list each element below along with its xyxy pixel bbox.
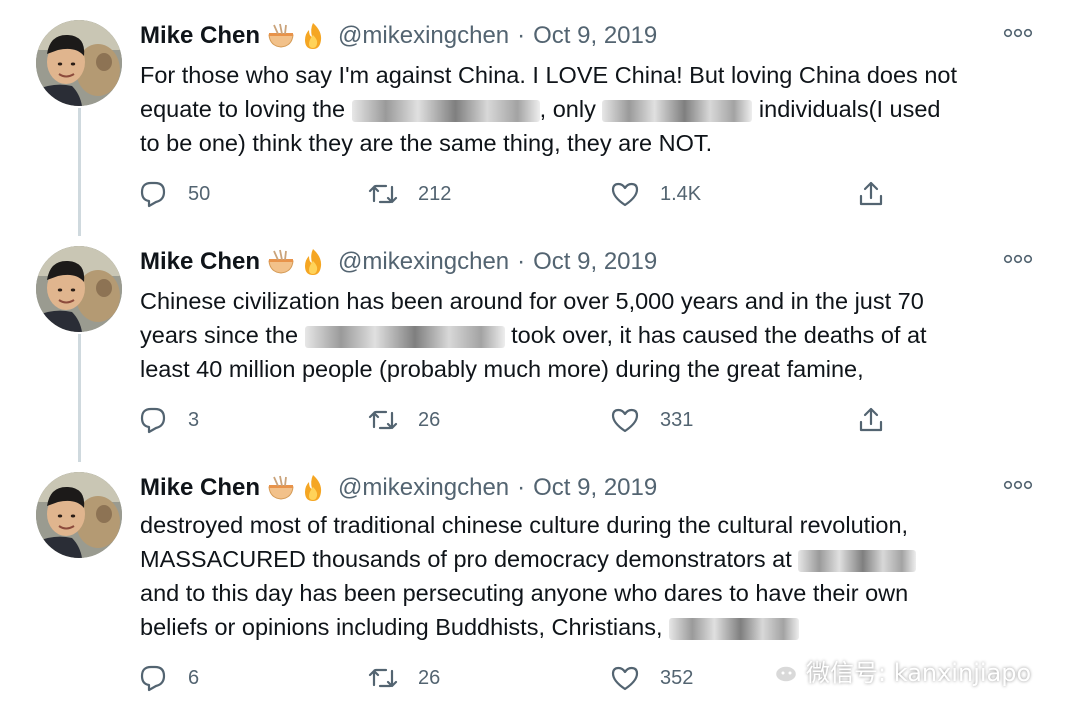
share-button[interactable] xyxy=(856,176,886,212)
more-icon[interactable] xyxy=(1002,26,1034,40)
like-count: 331 xyxy=(660,408,694,431)
tweet-line: equate to loving the , only individuals(… xyxy=(140,96,941,122)
share-icon xyxy=(859,407,883,432)
tweet-line: Chinese civilization has been around for… xyxy=(140,288,924,314)
redacted-text xyxy=(669,617,800,640)
wechat-icon xyxy=(758,654,799,685)
tweet-line: beliefs or opinions including Buddhists,… xyxy=(140,610,1050,644)
reply-count: 3 xyxy=(188,408,200,431)
reply-count: 6 xyxy=(188,666,200,689)
share-button[interactable] xyxy=(856,402,886,438)
noodle-bowl-icon xyxy=(266,21,296,51)
tweet-line: years since the took over, it has caused… xyxy=(140,322,927,348)
author-name[interactable]: Mike Chen xyxy=(140,22,260,50)
author-handle[interactable]: @mikexingchen xyxy=(338,474,509,502)
like-button[interactable]: 352 xyxy=(610,660,693,696)
separator-dot: · xyxy=(517,22,526,49)
retweet-icon xyxy=(368,184,398,204)
reply-icon xyxy=(140,665,166,692)
retweet-button[interactable]: 26 xyxy=(368,660,440,696)
reply-button[interactable]: 50 xyxy=(138,176,210,212)
avatar[interactable] xyxy=(36,246,122,332)
tweet-line: to be one) think they are the same thing… xyxy=(140,130,713,156)
redacted-text xyxy=(351,99,540,122)
like-count: 1.4K xyxy=(660,182,702,205)
reply-button[interactable]: 3 xyxy=(138,402,199,438)
redacted-text xyxy=(798,549,917,572)
retweet-count: 26 xyxy=(418,666,441,689)
tweet-text: For those who say I'm against China. I L… xyxy=(140,58,1050,160)
retweet-button[interactable]: 212 xyxy=(368,176,451,212)
avatar[interactable] xyxy=(36,472,122,558)
author-name[interactable]: Mike Chen xyxy=(140,248,260,276)
noodle-bowl-icon xyxy=(266,473,296,503)
noodle-bowl-icon xyxy=(266,247,296,277)
like-button[interactable]: 1.4K xyxy=(610,176,701,212)
separator-dot: · xyxy=(517,474,526,501)
reply-button[interactable]: 6 xyxy=(138,660,199,696)
like-count: 352 xyxy=(660,666,694,689)
heart-icon xyxy=(611,666,639,691)
author-handle[interactable]: @mikexingchen xyxy=(338,248,509,276)
author-name[interactable]: Mike Chen xyxy=(140,474,260,502)
separator-dot: · xyxy=(517,248,526,275)
tweet-line: destroyed most of traditional chinese cu… xyxy=(140,512,909,538)
retweet-count: 26 xyxy=(418,408,441,431)
tweet-line: and to this day has been persecuting any… xyxy=(140,580,909,606)
redacted-text xyxy=(602,99,753,122)
tweet-date[interactable]: Oct 9, 2019 xyxy=(533,22,657,50)
tweet-actions: 50 212 1.4K xyxy=(138,176,898,212)
retweet-icon xyxy=(368,668,398,688)
reply-count: 50 xyxy=(188,182,211,205)
avatar[interactable] xyxy=(36,20,122,106)
tweet-actions: 3 26 331 xyxy=(138,402,898,438)
tweet[interactable]: Mike Chen @mikexingchen · Oct 9, 2019 Fo… xyxy=(0,18,1080,218)
heart-icon xyxy=(611,408,639,433)
share-icon xyxy=(859,181,883,206)
tweet-line: For those who say I'm against China. I L… xyxy=(140,62,957,88)
tweet-line: least 40 million people (probably much m… xyxy=(140,356,864,382)
like-button[interactable]: 331 xyxy=(610,402,693,438)
more-icon[interactable] xyxy=(1002,252,1034,266)
more-icon[interactable] xyxy=(1002,478,1034,492)
retweet-count: 212 xyxy=(418,182,452,205)
tweet[interactable]: Mike Chen @mikexingchen · Oct 9, 2019 Ch… xyxy=(0,244,1080,444)
reply-icon xyxy=(140,181,166,208)
tweet-text: destroyed most of traditional chinese cu… xyxy=(140,508,1050,644)
fire-icon xyxy=(298,21,328,51)
reply-icon xyxy=(140,407,166,434)
fire-icon xyxy=(298,247,328,277)
tweet-date[interactable]: Oct 9, 2019 xyxy=(533,474,657,502)
author-handle[interactable]: @mikexingchen xyxy=(338,22,509,50)
watermark-text: 微信号: kanxinjiapo xyxy=(806,658,1032,687)
wechat-watermark: 微信号: kanxinjiapo xyxy=(758,650,1031,690)
tweet-text: Chinese civilization has been around for… xyxy=(140,284,1050,386)
fire-icon xyxy=(298,473,328,503)
heart-icon xyxy=(611,182,639,207)
tweet-line: MASSACURED thousands of pro democracy de… xyxy=(140,542,1050,576)
retweet-icon xyxy=(368,410,398,430)
redacted-text xyxy=(304,325,505,348)
retweet-button[interactable]: 26 xyxy=(368,402,440,438)
tweet-date[interactable]: Oct 9, 2019 xyxy=(533,248,657,276)
